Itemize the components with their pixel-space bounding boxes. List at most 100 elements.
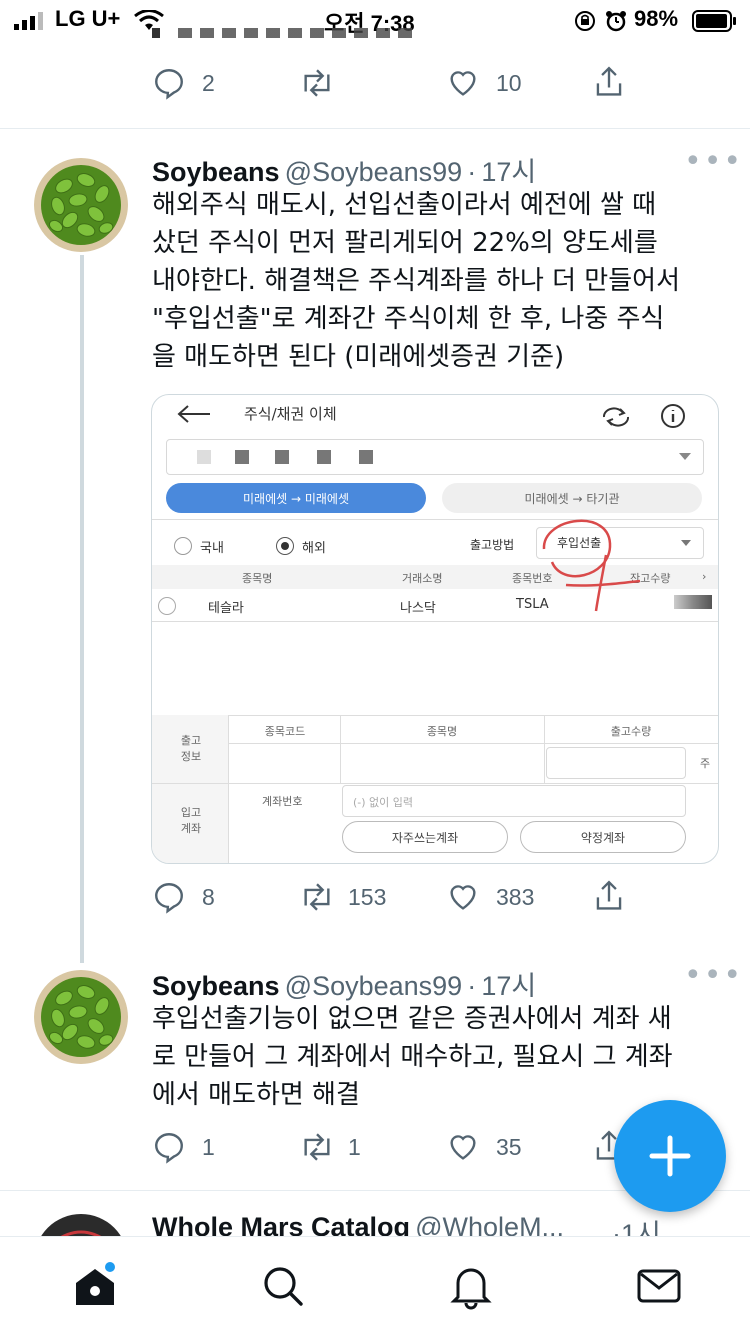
out-quantity-input bbox=[546, 747, 686, 779]
more-options-icon[interactable]: ••• bbox=[684, 958, 743, 993]
like-count: 383 bbox=[496, 884, 535, 910]
retweet-icon bbox=[304, 69, 330, 97]
reply-button[interactable]: 1 bbox=[152, 1130, 232, 1166]
frequent-account-button: 자주쓰는계좌 bbox=[342, 821, 508, 853]
like-button[interactable]: 383 bbox=[446, 880, 556, 916]
account-number-input: (-) 없이 입력 bbox=[342, 785, 686, 817]
account-number-placeholder: (-) 없이 입력 bbox=[353, 796, 414, 809]
like-button[interactable]: 35 bbox=[446, 1130, 536, 1166]
radio-domestic bbox=[174, 537, 192, 555]
unit-label: 주 bbox=[700, 757, 711, 770]
prev-like-button[interactable]: 10 bbox=[446, 66, 536, 102]
prev-retweet-button[interactable] bbox=[298, 66, 358, 102]
share-icon bbox=[596, 880, 622, 910]
share-button[interactable] bbox=[592, 878, 628, 916]
tweet-text: 해외주식 매도시, 선입선출이라서 예전에 쌀 때 샀던 주식이 먼저 팔리게되… bbox=[152, 190, 680, 372]
reply-count: 1 bbox=[202, 1134, 215, 1160]
annotation-mark bbox=[542, 519, 641, 612]
handle[interactable]: @WholeM... bbox=[415, 1212, 564, 1238]
out-header: 종목명 bbox=[426, 725, 458, 738]
search-icon bbox=[264, 1267, 303, 1306]
share-icon bbox=[596, 66, 622, 96]
dot-separator: · bbox=[467, 971, 477, 1001]
handle[interactable]: @Soybeans99 bbox=[285, 157, 463, 187]
contract-account-button: 약정계좌 bbox=[520, 821, 686, 853]
out-info-label: 출고 정보 bbox=[180, 734, 202, 763]
like-count: 35 bbox=[496, 1134, 522, 1160]
mail-icon bbox=[637, 1269, 681, 1303]
out-header: 출고수량 bbox=[610, 725, 652, 738]
radio-overseas-label: 해외 bbox=[302, 541, 326, 556]
retweet-count: 153 bbox=[348, 884, 387, 910]
timestamp[interactable]: 17시 bbox=[481, 157, 536, 187]
row-radio bbox=[158, 597, 176, 615]
display-name[interactable]: Soybeans bbox=[152, 157, 280, 187]
tweet-image[interactable]: 주식/채권 이체 미래에셋 → 미래에셋 미래에셋 → 타기관 국내 해외 출고… bbox=[151, 394, 719, 864]
retweet-button[interactable]: 153 bbox=[298, 880, 408, 916]
signal-icon bbox=[14, 12, 54, 30]
prev-reply-count: 2 bbox=[202, 70, 215, 96]
battery-percent: 98% bbox=[634, 6, 679, 31]
avatar[interactable] bbox=[34, 970, 128, 1064]
account-number-label: 계좌번호 bbox=[262, 795, 303, 808]
tweet-header: Whole Mars Catalog @WholeM... bbox=[152, 1212, 662, 1238]
radio-domestic-label: 국내 bbox=[200, 541, 224, 556]
retweet-button[interactable]: 1 bbox=[298, 1130, 388, 1166]
back-arrow-icon bbox=[177, 405, 210, 423]
retweet-count: 1 bbox=[348, 1134, 361, 1160]
heart-icon bbox=[450, 1135, 476, 1160]
timestamp[interactable]: ·1시 bbox=[612, 1212, 661, 1238]
display-name[interactable]: Soybeans bbox=[152, 971, 280, 1001]
retweet-icon bbox=[304, 883, 330, 911]
cell-quantity-blurred bbox=[674, 595, 712, 609]
in-account-label: 입고 계좌 bbox=[180, 806, 202, 835]
tweet-header: Soybeans @Soybeans99 · 17시 bbox=[152, 964, 536, 1003]
nav-search[interactable] bbox=[258, 1261, 308, 1311]
refresh-icon bbox=[603, 407, 629, 427]
prev-share-button[interactable] bbox=[592, 64, 628, 102]
bottom-navigation bbox=[0, 1236, 750, 1335]
reply-icon bbox=[155, 1133, 183, 1164]
chevron-right-icon: › bbox=[702, 570, 707, 583]
embed-title: 주식/채권 이체 bbox=[244, 405, 337, 423]
cell-exchange: 나스닥 bbox=[400, 601, 436, 616]
soybeans-avatar-image bbox=[34, 158, 128, 252]
previous-tweet-text-fragment bbox=[152, 28, 432, 42]
nav-home[interactable] bbox=[70, 1261, 120, 1311]
prev-reply-button[interactable]: 2 bbox=[152, 66, 232, 102]
handle[interactable]: @Soybeans99 bbox=[285, 971, 463, 1001]
more-options-icon[interactable]: ••• bbox=[684, 144, 743, 179]
thread-line bbox=[80, 255, 84, 963]
tab-same-broker: 미래에셋 → 미래에셋 bbox=[166, 483, 426, 513]
retweet-icon bbox=[304, 1133, 330, 1161]
compose-tweet-button[interactable] bbox=[614, 1100, 726, 1212]
heart-icon bbox=[450, 885, 476, 910]
heart-icon bbox=[450, 71, 476, 96]
account-select bbox=[166, 439, 704, 475]
bell-icon bbox=[450, 1268, 492, 1310]
plus-icon bbox=[649, 1135, 691, 1177]
cell-stock-name: 테슬라 bbox=[208, 601, 244, 616]
display-name[interactable]: Whole Mars Catalog bbox=[152, 1212, 410, 1238]
reply-count: 8 bbox=[202, 884, 215, 910]
chevron-down-icon bbox=[681, 540, 691, 546]
out-header: 종목코드 bbox=[264, 725, 306, 738]
method-label: 출고방법 bbox=[470, 538, 515, 552]
nav-messages[interactable] bbox=[634, 1261, 684, 1311]
col-header: 거래소명 bbox=[402, 572, 443, 585]
carrier-label: LG U+ bbox=[55, 6, 121, 31]
avatar[interactable] bbox=[34, 158, 128, 252]
radio-overseas bbox=[276, 537, 294, 555]
chevron-down-icon bbox=[679, 453, 691, 460]
info-icon bbox=[661, 404, 685, 428]
soybeans-avatar-image bbox=[34, 970, 128, 1064]
tweet-text: 후입선출기능이 없으면 같은 증권사에서 계좌 새 로 만들어 그 계좌에서 매… bbox=[152, 1004, 673, 1110]
battery-icon bbox=[692, 10, 738, 32]
tweet-header: Soybeans @Soybeans99 · 17시 bbox=[152, 150, 536, 189]
dot-separator: · bbox=[467, 157, 477, 187]
rotation-lock-icon bbox=[574, 10, 596, 32]
nav-notifications[interactable] bbox=[446, 1261, 496, 1311]
timestamp[interactable]: 17시 bbox=[481, 971, 536, 1001]
col-header: 종목명 bbox=[242, 572, 273, 585]
reply-button[interactable]: 8 bbox=[152, 880, 232, 916]
